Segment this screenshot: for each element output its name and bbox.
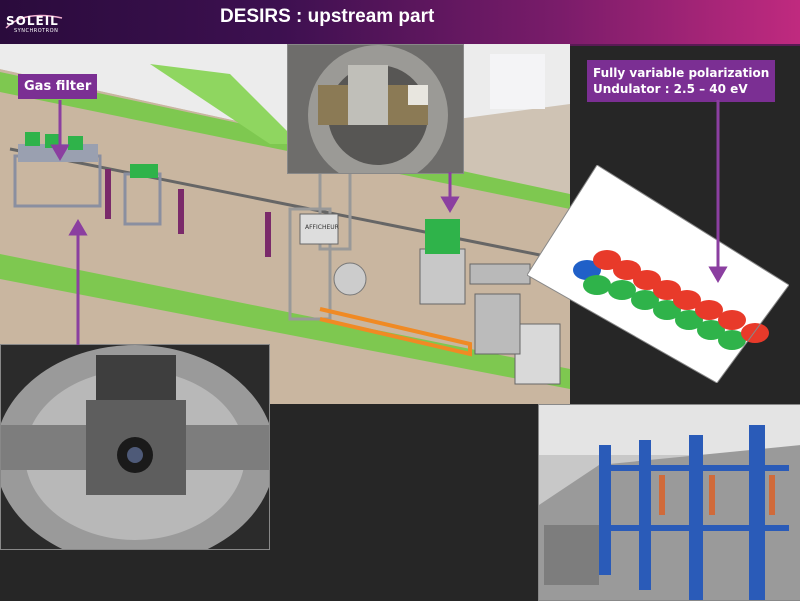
gas-filter-photo bbox=[0, 344, 270, 550]
polarization-line-1: Fully variable polarization bbox=[593, 66, 770, 80]
gas-filter-label-text: Gas filter bbox=[24, 79, 92, 94]
chamber-photo bbox=[287, 44, 464, 174]
gas-filter-label: Gas filter bbox=[18, 74, 98, 99]
svg-text:AFFICHEUR: AFFICHEUR bbox=[305, 224, 339, 231]
soleil-logo: SOLEIL SYNCHROTRON bbox=[4, 8, 64, 38]
polarization-line-2: Undulator : 2.5 – 40 eV bbox=[593, 82, 748, 96]
slide-title: DESIRS : upstream part bbox=[220, 6, 435, 27]
polarization-label: Fully variable polarization Undulator : … bbox=[587, 60, 776, 102]
slide-header: SOLEIL SYNCHROTRON DESIRS : upstream par… bbox=[0, 0, 800, 46]
undulator-magnet-plot bbox=[527, 165, 789, 383]
logo-subtext: SYNCHROTRON bbox=[14, 28, 59, 34]
logo-text: SOLEIL bbox=[6, 14, 59, 28]
undulator-hall-photo bbox=[538, 404, 800, 601]
